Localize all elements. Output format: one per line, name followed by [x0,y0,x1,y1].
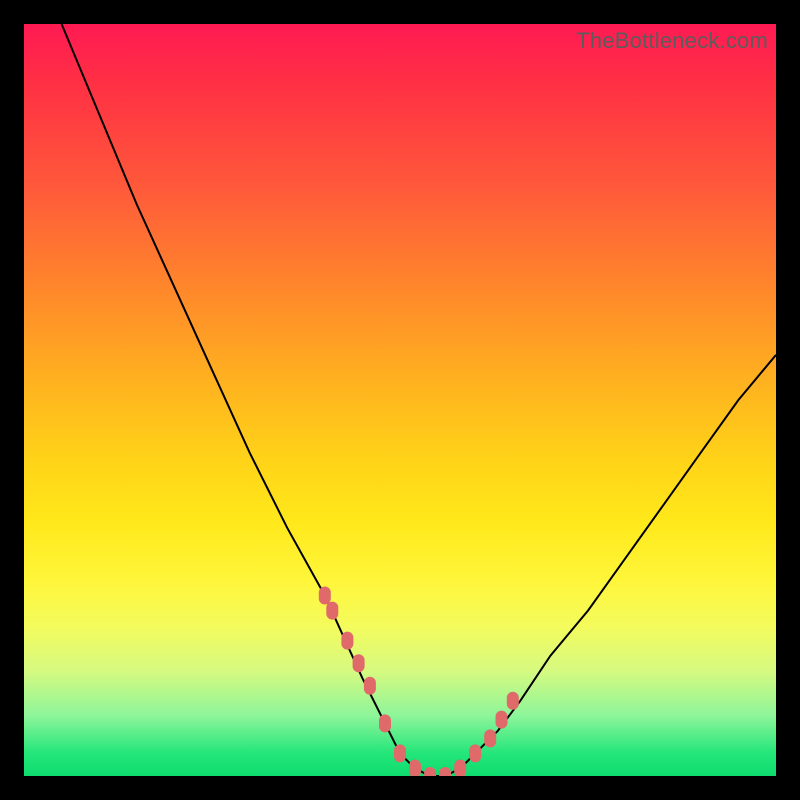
marker-dot [326,602,338,620]
marker-dot [454,760,466,777]
chart-plot-area: TheBottleneck.com [24,24,776,776]
marker-dot [379,714,391,732]
chart-svg [24,24,776,776]
marker-dot [319,587,331,605]
marker-dot [409,760,421,777]
marker-dot [496,711,508,729]
marker-dot [424,767,436,776]
marker-dot [341,632,353,650]
watermark-text: TheBottleneck.com [576,28,768,54]
marker-dot [439,767,451,776]
marker-dot [469,744,481,762]
chart-frame: TheBottleneck.com [0,0,800,800]
bottleneck-curve-line [62,24,776,776]
marker-dot [507,692,519,710]
marker-group [319,587,519,777]
marker-dot [484,729,496,747]
marker-dot [353,654,365,672]
marker-dot [394,744,406,762]
marker-dot [364,677,376,695]
